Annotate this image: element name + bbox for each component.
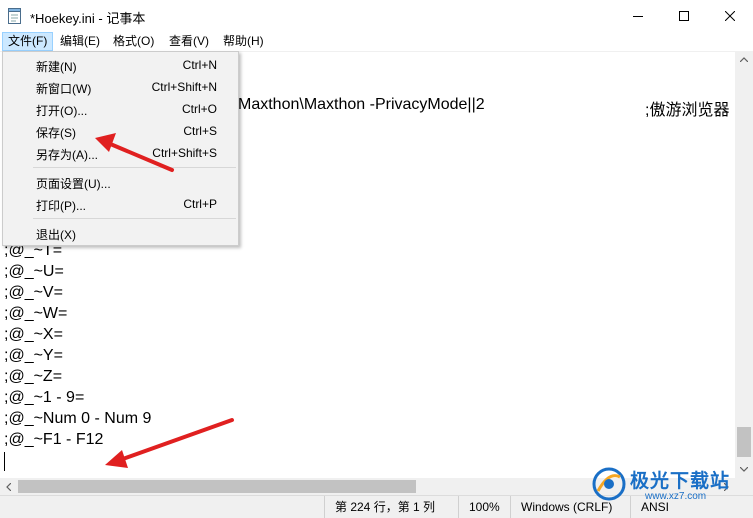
menu-item-shortcut: Ctrl+S (183, 124, 217, 138)
editor-line: Maxthon\Maxthon -PrivacyMode||2 (238, 96, 485, 113)
menu-item-page-setup[interactable]: 页面设置(U)... (3, 171, 238, 193)
menu-item-label: 另存为(A)... (36, 148, 98, 162)
editor-line: ;@_~F1 - F12 (4, 431, 104, 448)
cursor-position: 第 224 行，第 1 列 (324, 496, 458, 518)
menu-item-shortcut: Ctrl+Shift+N (151, 80, 217, 94)
menu-item-shortcut: Ctrl+Shift+S (152, 146, 217, 160)
watermark-url: www.xz7.com (645, 491, 707, 502)
watermark-brand: 极光下载站 (630, 471, 731, 492)
text-caret (4, 452, 5, 471)
menu-item-label: 保存(S) (36, 126, 76, 140)
scroll-left-icon[interactable] (0, 478, 17, 495)
menu-item-exit[interactable]: 退出(X) (3, 222, 238, 244)
menu-separator (33, 167, 236, 168)
menu-item-print[interactable]: 打印(P)... Ctrl+P (3, 193, 238, 215)
menu-item-save-as[interactable]: 另存为(A)... Ctrl+Shift+S (3, 142, 238, 164)
close-icon (725, 10, 735, 21)
menu-item-shortcut: Ctrl+N (182, 58, 217, 72)
editor-line: ;@_~V= (4, 284, 63, 301)
menu-item-new-window[interactable]: 新窗口(W) Ctrl+Shift+N (3, 76, 238, 98)
menu-item-label: 打开(O)... (36, 104, 88, 118)
menu-edit[interactable]: 编辑(E) (55, 32, 105, 51)
editor-line: ;@_~1 - 9= (4, 389, 85, 406)
horizontal-scroll-thumb[interactable] (18, 480, 416, 493)
minimize-button[interactable] (615, 0, 661, 31)
close-button[interactable] (707, 0, 753, 31)
menu-item-new[interactable]: 新建(N) Ctrl+N (3, 54, 238, 76)
menu-separator (33, 218, 236, 219)
editor-line: ;@_~Num 0 - Num 9 (4, 410, 152, 427)
menu-item-label: 新窗口(W) (36, 82, 92, 96)
status-bar: 第 224 行，第 1 列 100% Windows (CRLF) ANSI (0, 495, 753, 518)
editor-line: ;@_~X= (4, 326, 63, 343)
menu-view[interactable]: 查看(V) (164, 32, 214, 51)
editor-line: ;@_~U= (4, 263, 64, 280)
watermark-logo-icon (592, 467, 626, 501)
menu-item-label: 新建(N) (36, 60, 77, 74)
notepad-icon (8, 7, 22, 24)
file-menu-dropdown: 新建(N) Ctrl+N 新窗口(W) Ctrl+Shift+N 打开(O)..… (2, 51, 239, 246)
zoom-level: 100% (458, 496, 510, 518)
menu-item-label: 页面设置(U)... (36, 177, 111, 191)
menu-file[interactable]: 文件(F) (2, 32, 54, 51)
minimize-icon (633, 15, 643, 17)
editor-line: ;@_~W= (4, 305, 68, 322)
menu-item-save[interactable]: 保存(S) Ctrl+S (3, 120, 238, 142)
maximize-icon (679, 10, 689, 21)
menu-help[interactable]: 帮助(H) (218, 32, 269, 51)
scrollbar-corner (735, 478, 753, 495)
vertical-scrollbar[interactable] (735, 51, 753, 478)
menu-format[interactable]: 格式(O) (108, 32, 159, 51)
scroll-down-icon[interactable] (735, 461, 753, 478)
editor-line-comment: ;傲游浏览器 (645, 102, 730, 119)
maximize-button[interactable] (661, 0, 707, 31)
menu-item-label: 退出(X) (36, 228, 76, 242)
window-title: *Hoekey.ini - 记事本 (30, 11, 146, 26)
vertical-scroll-thumb[interactable] (737, 427, 751, 457)
editor-line: ;@_~Z= (4, 368, 63, 385)
menu-item-shortcut: Ctrl+O (181, 102, 217, 116)
menu-item-open[interactable]: 打开(O)... Ctrl+O (3, 98, 238, 120)
title-bar: *Hoekey.ini - 记事本 (0, 0, 753, 31)
scroll-up-icon[interactable] (735, 51, 753, 68)
menu-bar: 文件(F) 编辑(E) 格式(O) 查看(V) 帮助(H) (0, 31, 753, 51)
menu-item-label: 打印(P)... (36, 199, 86, 213)
menu-item-shortcut: Ctrl+P (183, 197, 217, 211)
editor-line: ;@_~Y= (4, 347, 63, 364)
